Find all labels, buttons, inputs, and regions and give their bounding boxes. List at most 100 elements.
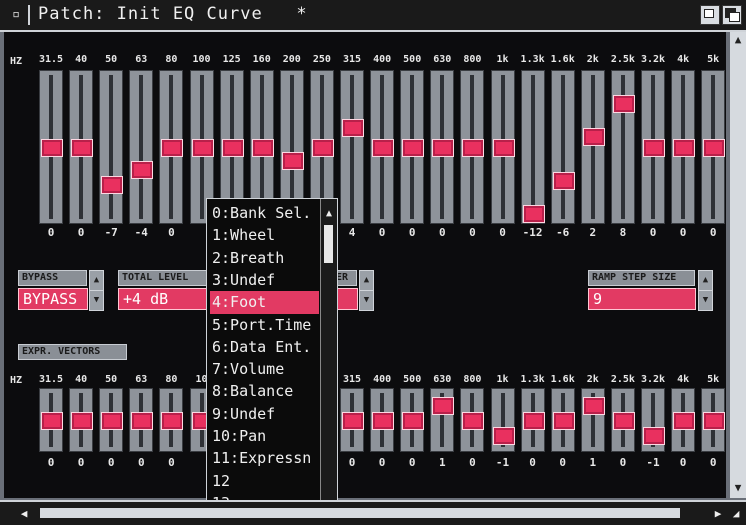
controller-option[interactable]: 7:Volume: [210, 358, 319, 381]
slider-knob[interactable]: [673, 412, 696, 430]
slider-knob[interactable]: [522, 205, 545, 223]
slider-knob[interactable]: [131, 412, 154, 430]
controller-option[interactable]: 11:Expressn: [210, 447, 319, 470]
bot-eq-slider[interactable]: [340, 388, 364, 452]
top-eq-slider[interactable]: [701, 70, 726, 224]
bot-eq-slider[interactable]: [460, 388, 485, 452]
total-level-field[interactable]: +4 dB: [118, 288, 208, 310]
slider-knob[interactable]: [703, 139, 726, 157]
controller-option[interactable]: 1:Wheel: [210, 224, 319, 247]
bot-eq-slider[interactable]: [69, 388, 94, 452]
slider-knob[interactable]: [643, 139, 665, 157]
bot-eq-slider[interactable]: [520, 388, 545, 452]
slider-knob[interactable]: [402, 139, 425, 157]
controller-option[interactable]: 4:Foot: [210, 291, 319, 315]
bot-eq-slider[interactable]: [159, 388, 184, 452]
bot-eq-slider[interactable]: [99, 388, 124, 452]
controller-option[interactable]: 10:Pan: [210, 425, 319, 448]
top-eq-slider[interactable]: [159, 70, 184, 224]
slider-knob[interactable]: [492, 139, 515, 157]
bot-eq-slider[interactable]: [430, 388, 455, 452]
bot-eq-slider[interactable]: [129, 388, 154, 452]
slider-knob[interactable]: [432, 397, 455, 416]
slider-knob[interactable]: [522, 412, 545, 430]
hidden-field-down-button[interactable]: ▼: [359, 290, 374, 311]
slider-knob[interactable]: [552, 412, 575, 430]
slider-knob[interactable]: [161, 139, 184, 157]
top-eq-slider[interactable]: [129, 70, 154, 224]
slider-knob[interactable]: [372, 412, 395, 430]
slider-knob[interactable]: [432, 139, 455, 157]
slider-knob[interactable]: [41, 139, 63, 157]
top-eq-slider[interactable]: [520, 70, 545, 224]
bot-eq-slider[interactable]: [39, 388, 63, 452]
top-eq-slider[interactable]: [430, 70, 455, 224]
controller-option[interactable]: 6:Data Ent.: [210, 336, 319, 359]
close-icon[interactable]: ▫: [4, 5, 30, 25]
slider-knob[interactable]: [311, 139, 334, 157]
dropdown-scroll-thumb[interactable]: [324, 225, 333, 263]
zoom-icon[interactable]: [700, 5, 720, 25]
top-eq-slider[interactable]: [370, 70, 395, 224]
slider-knob[interactable]: [402, 412, 425, 430]
dropdown-scrollbar[interactable]: ▲ ▼: [320, 199, 337, 525]
bot-eq-slider[interactable]: [701, 388, 726, 452]
scroll-left-icon[interactable]: ◀: [16, 506, 32, 522]
bypass-down-button[interactable]: ▼: [89, 290, 104, 311]
controller-option[interactable]: 8:Balance: [210, 380, 319, 403]
bot-eq-slider[interactable]: [671, 388, 696, 452]
top-eq-slider[interactable]: [340, 70, 364, 224]
horizontal-scroll-thumb[interactable]: [40, 508, 680, 518]
slider-knob[interactable]: [101, 412, 124, 430]
slider-knob[interactable]: [71, 139, 94, 157]
slider-knob[interactable]: [552, 172, 575, 190]
slider-knob[interactable]: [221, 139, 244, 157]
ramp-step-field[interactable]: 9: [588, 288, 696, 310]
dropdown-scroll-up-icon[interactable]: ▲: [322, 207, 336, 221]
slider-knob[interactable]: [372, 139, 395, 157]
scroll-up-icon[interactable]: ▲: [730, 32, 746, 48]
controller-option[interactable]: 5:Port.Time: [210, 314, 319, 337]
slider-knob[interactable]: [462, 412, 485, 430]
scroll-right-icon[interactable]: ▶: [710, 506, 726, 522]
slider-knob[interactable]: [281, 152, 304, 171]
hidden-field-up-button[interactable]: ▲: [359, 270, 374, 291]
scroll-down-icon[interactable]: ▼: [730, 480, 746, 496]
top-eq-slider[interactable]: [460, 70, 485, 224]
bot-eq-slider[interactable]: [370, 388, 395, 452]
slider-knob[interactable]: [342, 119, 364, 138]
vertical-scrollbar[interactable]: ▲ ▼: [730, 32, 746, 498]
depth-icon[interactable]: [722, 5, 742, 25]
top-eq-slider[interactable]: [671, 70, 696, 224]
bot-eq-slider[interactable]: [400, 388, 425, 452]
slider-knob[interactable]: [342, 412, 364, 430]
controller-dropdown-list[interactable]: 0:Bank Sel. 1:Wheel 2:Breath 3:Undef 4:Foot 5…: [206, 198, 338, 525]
top-eq-slider[interactable]: [39, 70, 63, 224]
slider-knob[interactable]: [191, 139, 214, 157]
controller-option[interactable]: 3:Undef: [210, 269, 319, 292]
bot-eq-slider[interactable]: [550, 388, 575, 452]
top-eq-slider[interactable]: [69, 70, 94, 224]
top-eq-slider[interactable]: [490, 70, 515, 224]
top-eq-slider[interactable]: [610, 70, 635, 224]
slider-knob[interactable]: [582, 128, 605, 147]
slider-knob[interactable]: [131, 161, 154, 180]
top-eq-slider[interactable]: [550, 70, 575, 224]
slider-knob[interactable]: [492, 426, 515, 445]
bot-eq-slider[interactable]: [610, 388, 635, 452]
bypass-field[interactable]: BYPASS: [18, 288, 88, 310]
controller-option[interactable]: 12: [210, 470, 319, 493]
bot-eq-slider[interactable]: [580, 388, 605, 452]
top-eq-slider[interactable]: [641, 70, 665, 224]
expr-vectors-button[interactable]: EXPR. VECTORS: [18, 344, 127, 360]
slider-knob[interactable]: [101, 175, 124, 194]
slider-knob[interactable]: [582, 397, 605, 416]
bypass-up-button[interactable]: ▲: [89, 270, 104, 291]
top-eq-slider[interactable]: [99, 70, 124, 224]
slider-knob[interactable]: [161, 412, 184, 430]
slider-knob[interactable]: [643, 426, 665, 445]
slider-knob[interactable]: [41, 412, 63, 430]
slider-knob[interactable]: [71, 412, 94, 430]
resize-icon[interactable]: ◢: [728, 506, 744, 522]
title-bar[interactable]: ▫ Patch: Init EQ Curve *: [0, 0, 746, 32]
